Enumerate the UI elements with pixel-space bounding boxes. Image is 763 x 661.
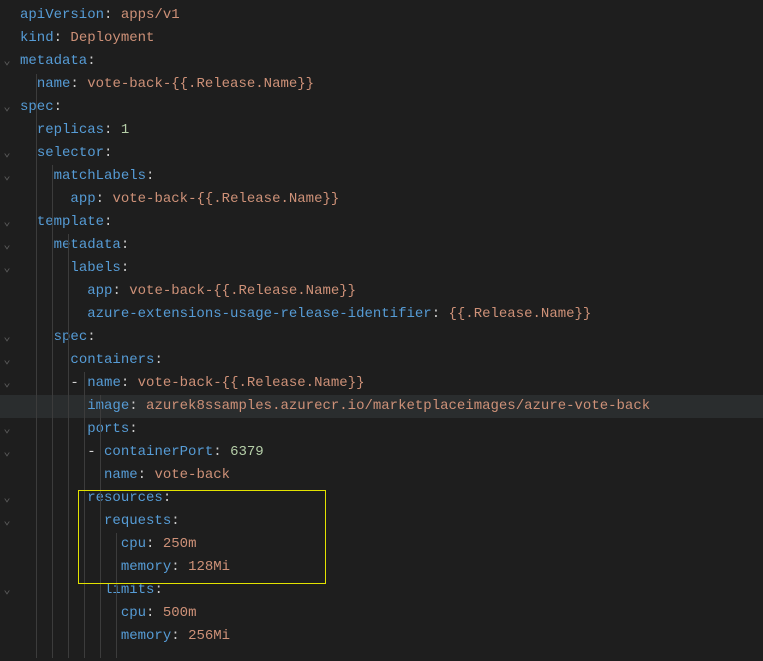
code-line: ⌄ requests: [0, 510, 763, 533]
code-line: memory: 128Mi [0, 556, 763, 579]
code-line: cpu: 500m [0, 602, 763, 625]
fold-icon[interactable]: ⌄ [3, 96, 10, 119]
code-line: ⌄ metadata: [0, 234, 763, 257]
code-line: ⌄ limits: [0, 579, 763, 602]
code-line: ⌄ labels: [0, 257, 763, 280]
fold-icon[interactable]: ⌄ [3, 441, 10, 464]
code-line: cpu: 250m [0, 533, 763, 556]
code-line-active: image: azurek8ssamples.azurecr.io/market… [0, 395, 763, 418]
code-line: ⌄ spec: [0, 96, 763, 119]
fold-icon[interactable]: ⌄ [3, 510, 10, 533]
code-line: app: vote-back-{{.Release.Name}} [0, 280, 763, 303]
code-editor[interactable]: apiVersion: apps/v1 kind: Deployment ⌄ m… [0, 0, 763, 648]
code-line: ⌄ metadata: [0, 50, 763, 73]
fold-icon[interactable]: ⌄ [3, 142, 10, 165]
code-line: ⌄ resources: [0, 487, 763, 510]
code-line: ⌄ template: [0, 211, 763, 234]
code-line: ⌄ spec: [0, 326, 763, 349]
fold-icon[interactable]: ⌄ [3, 257, 10, 280]
code-line: replicas: 1 [0, 119, 763, 142]
code-line: memory: 256Mi [0, 625, 763, 648]
code-line: name: vote-back [0, 464, 763, 487]
fold-icon[interactable]: ⌄ [3, 165, 10, 188]
fold-icon[interactable]: ⌄ [3, 234, 10, 257]
code-line: ⌄ containers: [0, 349, 763, 372]
code-line: ⌄ ports: [0, 418, 763, 441]
code-line: app: vote-back-{{.Release.Name}} [0, 188, 763, 211]
code-line: ⌄ - name: vote-back-{{.Release.Name}} [0, 372, 763, 395]
fold-icon[interactable]: ⌄ [3, 487, 10, 510]
code-line: azure-extensions-usage-release-identifie… [0, 303, 763, 326]
fold-icon[interactable]: ⌄ [3, 326, 10, 349]
code-line: ⌄ - containerPort: 6379 [0, 441, 763, 464]
code-line: kind: Deployment [0, 27, 763, 50]
fold-icon[interactable]: ⌄ [3, 50, 10, 73]
fold-icon[interactable]: ⌄ [3, 579, 10, 602]
code-line: ⌄ selector: [0, 142, 763, 165]
code-line: apiVersion: apps/v1 [0, 4, 763, 27]
fold-icon[interactable]: ⌄ [3, 211, 10, 234]
code-line: ⌄ matchLabels: [0, 165, 763, 188]
fold-icon[interactable]: ⌄ [3, 372, 10, 395]
fold-icon[interactable]: ⌄ [3, 418, 10, 441]
code-line: name: vote-back-{{.Release.Name}} [0, 73, 763, 96]
fold-icon[interactable]: ⌄ [3, 349, 10, 372]
